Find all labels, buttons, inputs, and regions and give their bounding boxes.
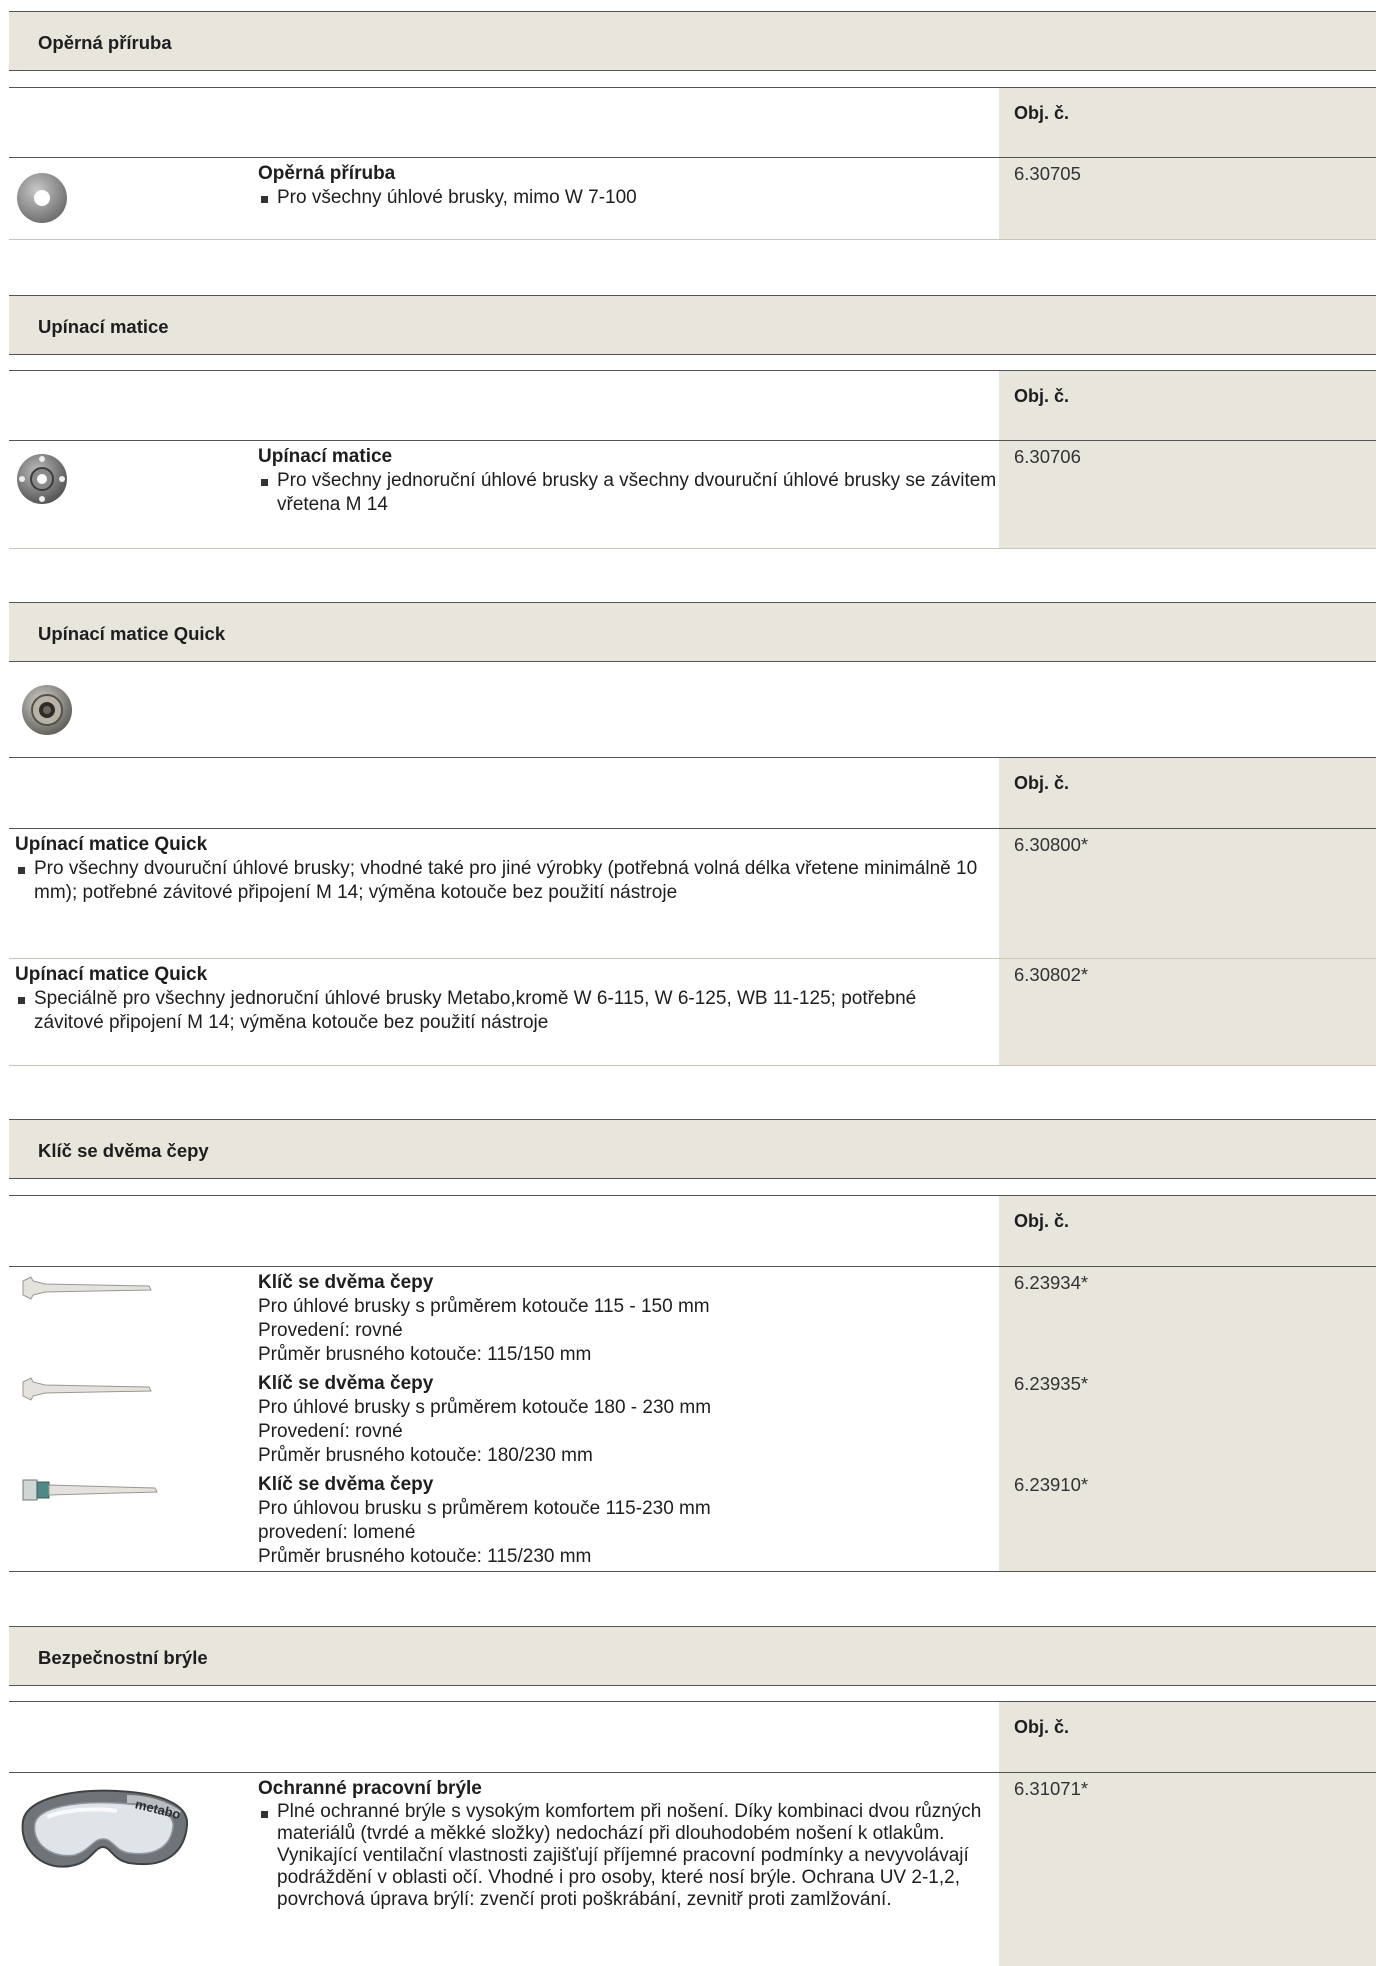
table-header: Obj. č. xyxy=(9,87,1376,158)
order-number: 6.30802* xyxy=(1014,964,1089,985)
product-title: Upínací matice Quick xyxy=(15,834,208,855)
product-description: Speciálně pro všechny jednoruční úhlové … xyxy=(15,987,985,1035)
pin-wrench-icon xyxy=(22,1276,152,1300)
product-title: Upínací matice xyxy=(258,446,393,467)
product-description: Pro všechny úhlové brusky, mimo W 7-100 xyxy=(258,186,988,210)
product-title: Klíč se dvěma čepy xyxy=(258,1272,434,1293)
section-header-quick-nut: Upínací matice Quick xyxy=(9,602,1376,662)
product-line: Pro úhlovou brusku s průměrem kotouče 11… xyxy=(258,1498,711,1519)
order-number: 6.23934* xyxy=(1014,1272,1089,1293)
safety-goggles-icon: metabo xyxy=(21,1789,189,1868)
order-number-header: Obj. č. xyxy=(1014,1717,1070,1737)
order-number: 6.30706 xyxy=(1014,446,1081,467)
product-line: Provedení: rovné xyxy=(258,1320,403,1341)
product-line: Průměr brusného kotouče: 180/230 mm xyxy=(258,1445,593,1466)
product-description: Pro všechny dvouruční úhlové brusky; vho… xyxy=(15,857,985,905)
order-number-header: Obj. č. xyxy=(1014,386,1070,406)
table-row: Upínací matice Quick Pro všechny dvouruč… xyxy=(9,829,1376,959)
product-line: Průměr brusného kotouče: 115/230 mm xyxy=(258,1546,592,1567)
product-title: Ochranné pracovní brýle xyxy=(258,1778,482,1799)
product-line: provedení: lomené xyxy=(258,1522,416,1543)
table-row: Klíč se dvěma čepy Pro úhlové brusky s p… xyxy=(9,1267,1376,1368)
order-number: 6.23935* xyxy=(1014,1373,1089,1394)
order-number: 6.31071* xyxy=(1014,1778,1089,1799)
product-title: Upínací matice Quick xyxy=(15,964,208,985)
product-title: Klíč se dvěma čepy xyxy=(258,1373,434,1394)
section-title: Upínací matice Quick xyxy=(38,623,226,644)
table-row: Upínací matice Quick Speciálně pro všech… xyxy=(9,959,1376,1066)
product-title: Opěrná příruba xyxy=(258,163,396,184)
order-number-header: Obj. č. xyxy=(1014,103,1070,123)
product-title: Klíč se dvěma čepy xyxy=(258,1474,434,1495)
flange-icon xyxy=(17,173,67,223)
order-number: 6.23910* xyxy=(1014,1474,1089,1495)
section-header-support-flange: Opěrná příruba xyxy=(9,11,1376,71)
table-row: Upínací matice Pro všechny jednoruční úh… xyxy=(9,441,1376,549)
table-row: metabo Ochranné pracovní brýle Plné ochr… xyxy=(9,1773,1376,1966)
product-description: Plné ochranné brýle s vysokým komfortem … xyxy=(258,1801,1003,1911)
section-header-safety-goggles: Bezpečnostní brýle xyxy=(9,1626,1376,1686)
order-number-header: Obj. č. xyxy=(1014,1211,1070,1231)
order-number: 6.30705 xyxy=(1014,163,1081,184)
section-title: Opěrná příruba xyxy=(38,32,172,53)
section-header-pin-wrench: Klíč se dvěma čepy xyxy=(9,1119,1376,1179)
table-header: Obj. č. xyxy=(9,1701,1376,1773)
product-line: Pro úhlové brusky s průměrem kotouče 115… xyxy=(258,1296,710,1317)
table-row: Klíč se dvěma čepy Pro úhlovou brusku s … xyxy=(9,1469,1376,1572)
table-header: Obj. č. xyxy=(9,757,1376,829)
section-title: Upínací matice xyxy=(38,316,169,337)
order-number: 6.30800* xyxy=(1014,834,1089,855)
order-number-header: Obj. č. xyxy=(1014,773,1070,793)
product-description: Pro všechny jednoruční úhlové brusky a v… xyxy=(258,469,998,517)
table-row: Klíč se dvěma čepy Pro úhlové brusky s p… xyxy=(9,1368,1376,1469)
product-line: Průměr brusného kotouče: 115/150 mm xyxy=(258,1344,592,1365)
table-header: Obj. č. xyxy=(9,1195,1376,1267)
clamping-nut-icon xyxy=(17,454,67,504)
product-line: Pro úhlové brusky s průměrem kotouče 180… xyxy=(258,1397,712,1418)
quick-nut-icon xyxy=(22,685,72,735)
product-line: Provedení: rovné xyxy=(258,1421,403,1442)
section-header-clamping-nut: Upínací matice xyxy=(9,295,1376,355)
table-row: Opěrná příruba Pro všechny úhlové brusky… xyxy=(9,158,1376,240)
pin-wrench-icon xyxy=(22,1377,152,1401)
angled-pin-wrench-icon xyxy=(22,1479,158,1501)
section-title: Bezpečnostní brýle xyxy=(38,1647,208,1668)
section-title: Klíč se dvěma čepy xyxy=(38,1140,209,1161)
table-header: Obj. č. xyxy=(9,370,1376,441)
